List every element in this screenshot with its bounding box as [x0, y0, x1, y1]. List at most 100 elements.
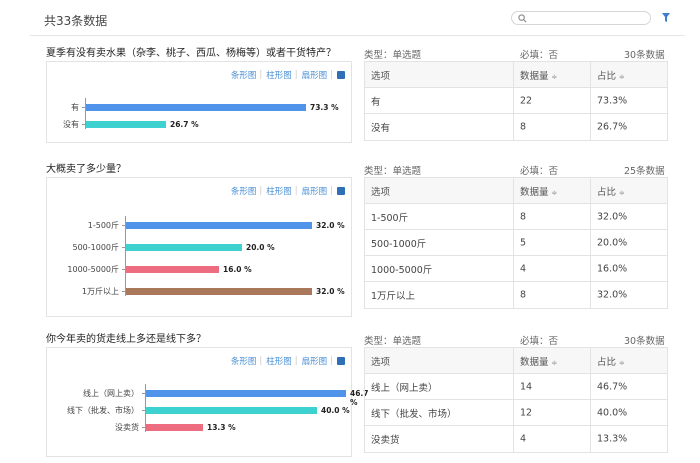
save-icon[interactable]: [337, 71, 345, 79]
cell-option: 线上（网上卖）: [371, 382, 438, 394]
sort-icon[interactable]: ≑: [552, 359, 558, 367]
question-type: 类型：单选题: [364, 166, 422, 177]
column-divider: [513, 62, 514, 87]
cell-ratio: 16.0%: [597, 263, 628, 274]
cell-ratio: 13.3%: [597, 433, 628, 445]
table-row: 线下（批发、市场） 12 40.0%: [365, 400, 667, 426]
bar-chart-link[interactable]: 条形图: [231, 69, 257, 81]
cell-option: 1000-5000斤: [371, 264, 433, 276]
cell-count: 4: [520, 263, 527, 274]
filter-icon[interactable]: [662, 13, 670, 22]
bar-chart-link[interactable]: 条形图: [231, 185, 257, 197]
column-divider: [590, 256, 591, 281]
axis-tick: [142, 410, 145, 411]
bar-category-label: 1000-5000斤: [67, 265, 119, 274]
save-icon[interactable]: [337, 357, 345, 365]
question-title: 大概卖了多少量？: [46, 164, 126, 175]
bar[interactable]: [146, 407, 317, 414]
cell-ratio: 73.3%: [597, 95, 628, 106]
header-ratio[interactable]: 占比 ≑: [597, 184, 625, 198]
column-divider: [513, 114, 514, 140]
cell-ratio: 20.0%: [597, 237, 628, 248]
table-row: 没有 8 26.7%: [365, 114, 667, 140]
cell-option: 没卖货: [371, 435, 400, 446]
cell-ratio: 32.0%: [597, 289, 628, 301]
column-divider: [590, 114, 591, 140]
divider: |: [259, 186, 263, 196]
question-required: 必填：否: [520, 166, 559, 177]
sort-icon[interactable]: ≑: [552, 189, 558, 197]
table-row: 1万斤以上 8 32.0%: [365, 282, 667, 308]
results-table: 选项 数据量 ≑ 占比 ≑ 线上（网上卖） 14 46.7% 线下（批发、市场） 12 40.0…: [364, 347, 668, 453]
cell-count: 14: [520, 381, 533, 392]
cell-option: 1-500斤: [371, 212, 409, 224]
column-divider: [513, 230, 514, 255]
bar-value-label: 13.3 %: [207, 423, 236, 432]
question-type: 类型：单选题: [364, 336, 422, 347]
cell-count: 12: [520, 407, 533, 418]
axis-tick: [142, 427, 145, 428]
column-divider: [513, 256, 514, 281]
cell-ratio: 40.0%: [597, 407, 628, 418]
column-divider: [513, 88, 514, 113]
pie-chart-link[interactable]: 扇形图: [302, 355, 328, 367]
divider: |: [294, 70, 298, 80]
bar[interactable]: [86, 121, 166, 128]
axis-tick: [122, 291, 125, 292]
results-table: 选项 数据量 ≑ 占比 ≑ 有 22 73.3% 没有 8 26.7%: [364, 61, 668, 141]
column-divider: [590, 400, 591, 425]
divider: |: [294, 356, 298, 366]
question-required: 必填：否: [520, 336, 559, 347]
table-row: 500-1000斤 5 20.0%: [365, 230, 667, 256]
pie-chart-link[interactable]: 扇形图: [302, 185, 328, 197]
save-icon[interactable]: [337, 187, 345, 195]
bar[interactable]: [146, 424, 203, 431]
header-count[interactable]: 数据量 ≑: [520, 354, 557, 368]
column-divider: [590, 230, 591, 255]
header-ratio[interactable]: 占比 ≑: [597, 354, 625, 368]
axis-tick: [122, 269, 125, 270]
header-ratio[interactable]: 占比 ≑: [597, 68, 625, 82]
bar-chart-link[interactable]: 条形图: [231, 355, 257, 367]
bar-category-label: 没卖货: [115, 423, 139, 432]
column-chart-link[interactable]: 柱形图: [266, 185, 292, 197]
cell-option: 1万斤以上: [371, 291, 416, 302]
bar[interactable]: [146, 390, 346, 397]
sort-icon[interactable]: ≑: [552, 73, 558, 81]
sort-icon[interactable]: ≑: [619, 73, 625, 81]
bar-value-label: 20.0 %: [246, 243, 275, 252]
bar[interactable]: [126, 222, 312, 229]
sort-icon[interactable]: ≑: [619, 189, 625, 197]
question-total: 25条数据: [624, 166, 665, 177]
column-divider: [590, 204, 591, 229]
table-row: 1000-5000斤 4 16.0%: [365, 256, 667, 282]
bar-category-label: 1万斤以上: [81, 287, 119, 296]
cell-count: 8: [520, 211, 527, 222]
table-header-row: 选项 数据量 ≑ 占比 ≑: [365, 62, 667, 88]
cell-option: 线下（批发、市场）: [371, 408, 457, 420]
column-divider: [513, 426, 514, 452]
question-total: 30条数据: [624, 50, 665, 61]
bar-value-label: 73.3 %: [310, 103, 339, 112]
bar-category-label: 线上（网上卖）: [83, 389, 139, 398]
bar[interactable]: [126, 244, 242, 251]
search-input[interactable]: [511, 11, 651, 25]
column-chart-link[interactable]: 柱形图: [266, 355, 292, 367]
column-chart-link[interactable]: 柱形图: [266, 69, 292, 81]
question-chart: 条形图 | 柱形图 | 扇形图 | 线上（网上卖） 46.7 % 线下（批发、市场） 40.0 %…: [46, 347, 369, 457]
bar[interactable]: [126, 288, 312, 295]
column-divider: [513, 348, 514, 373]
header-count[interactable]: 数据量 ≑: [520, 68, 557, 82]
question-title: 你今年卖的货走线上多还是线下多？: [46, 334, 206, 345]
bar-category-label: 有: [71, 103, 79, 112]
search-icon: [518, 14, 527, 23]
pie-chart-link[interactable]: 扇形图: [302, 69, 328, 81]
sort-icon[interactable]: ≑: [619, 359, 625, 367]
column-divider: [590, 374, 591, 399]
bar[interactable]: [126, 266, 219, 273]
bar-category-label: 线下（批发、市场）: [67, 406, 139, 415]
cell-ratio: 26.7%: [597, 121, 628, 133]
table-row: 线上（网上卖） 14 46.7%: [365, 374, 667, 400]
header-count[interactable]: 数据量 ≑: [520, 184, 557, 198]
bar[interactable]: [86, 104, 306, 111]
